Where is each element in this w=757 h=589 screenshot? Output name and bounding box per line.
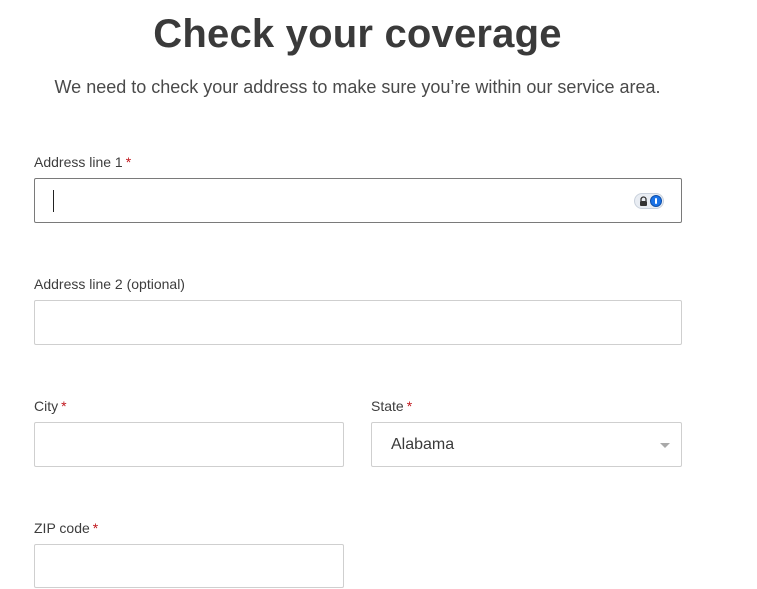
address-line-2-input[interactable] — [35, 301, 681, 344]
state-label-text: State — [371, 398, 404, 414]
required-asterisk: * — [61, 398, 67, 414]
address-line-1-label: Address line 1 * — [34, 154, 131, 170]
address-line-2-label: Address line 2 (optional) — [34, 276, 185, 292]
zip-code-label-text: ZIP code — [34, 520, 90, 536]
city-field[interactable] — [34, 422, 344, 467]
address-line-2-label-text: Address line 2 (optional) — [34, 276, 185, 292]
state-selected-value: Alabama — [391, 436, 455, 453]
page-title: Check your coverage — [153, 12, 562, 56]
city-label: City * — [34, 398, 67, 414]
required-asterisk: * — [125, 154, 132, 170]
state-select[interactable]: Alabama — [371, 422, 682, 467]
lock-icon — [640, 196, 647, 206]
address-line-1-field[interactable] — [34, 178, 682, 223]
state-label: State * — [371, 398, 412, 414]
zip-code-field[interactable] — [34, 544, 344, 588]
page-subtitle: We need to check your address to make su… — [54, 77, 661, 97]
required-asterisk: * — [406, 398, 413, 414]
address-line-1-input[interactable] — [35, 179, 681, 222]
address-line-2-field[interactable] — [34, 300, 682, 345]
text-cursor — [53, 190, 54, 212]
chevron-down-icon — [660, 443, 670, 448]
zip-code-label: ZIP code * — [34, 520, 98, 536]
password-manager-icon[interactable] — [634, 193, 664, 209]
city-input[interactable] — [35, 423, 343, 466]
info-circle-icon — [650, 195, 662, 207]
zip-code-input[interactable] — [35, 545, 343, 587]
city-label-text: City — [34, 398, 59, 414]
required-asterisk: * — [92, 520, 99, 536]
address-line-1-label-text: Address line 1 — [34, 154, 123, 170]
